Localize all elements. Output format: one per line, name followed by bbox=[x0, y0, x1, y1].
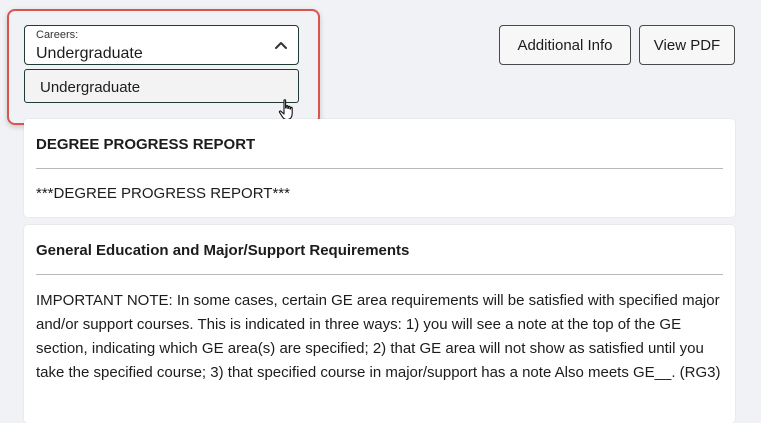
ge-requirements-note: IMPORTANT NOTE: In some cases, certain G… bbox=[36, 292, 721, 381]
hand-pointer-icon bbox=[278, 99, 293, 121]
degree-progress-page: Careers: Undergraduate Undergraduate Add… bbox=[0, 0, 761, 423]
ge-requirements-card: General Education and Major/Support Requ… bbox=[24, 225, 735, 423]
careers-option-undergraduate[interactable]: Undergraduate bbox=[40, 79, 140, 96]
careers-options-list: Undergraduate bbox=[24, 69, 299, 103]
chevron-up-icon[interactable] bbox=[274, 38, 288, 52]
additional-info-button[interactable]: Additional Info bbox=[499, 25, 631, 65]
ge-requirements-title: General Education and Major/Support Requ… bbox=[36, 242, 410, 259]
view-pdf-button[interactable]: View PDF bbox=[639, 25, 735, 65]
careers-selected-value: Undergraduate bbox=[36, 45, 143, 62]
card-divider bbox=[36, 168, 723, 169]
careers-label: Careers: bbox=[36, 29, 79, 41]
card-divider bbox=[36, 274, 723, 275]
careers-select[interactable]: Careers: Undergraduate bbox=[24, 25, 299, 65]
degree-progress-text: ***DEGREE PROGRESS REPORT*** bbox=[36, 185, 290, 202]
degree-progress-card: DEGREE PROGRESS REPORT ***DEGREE PROGRES… bbox=[24, 119, 735, 217]
degree-progress-title: DEGREE PROGRESS REPORT bbox=[36, 136, 256, 153]
